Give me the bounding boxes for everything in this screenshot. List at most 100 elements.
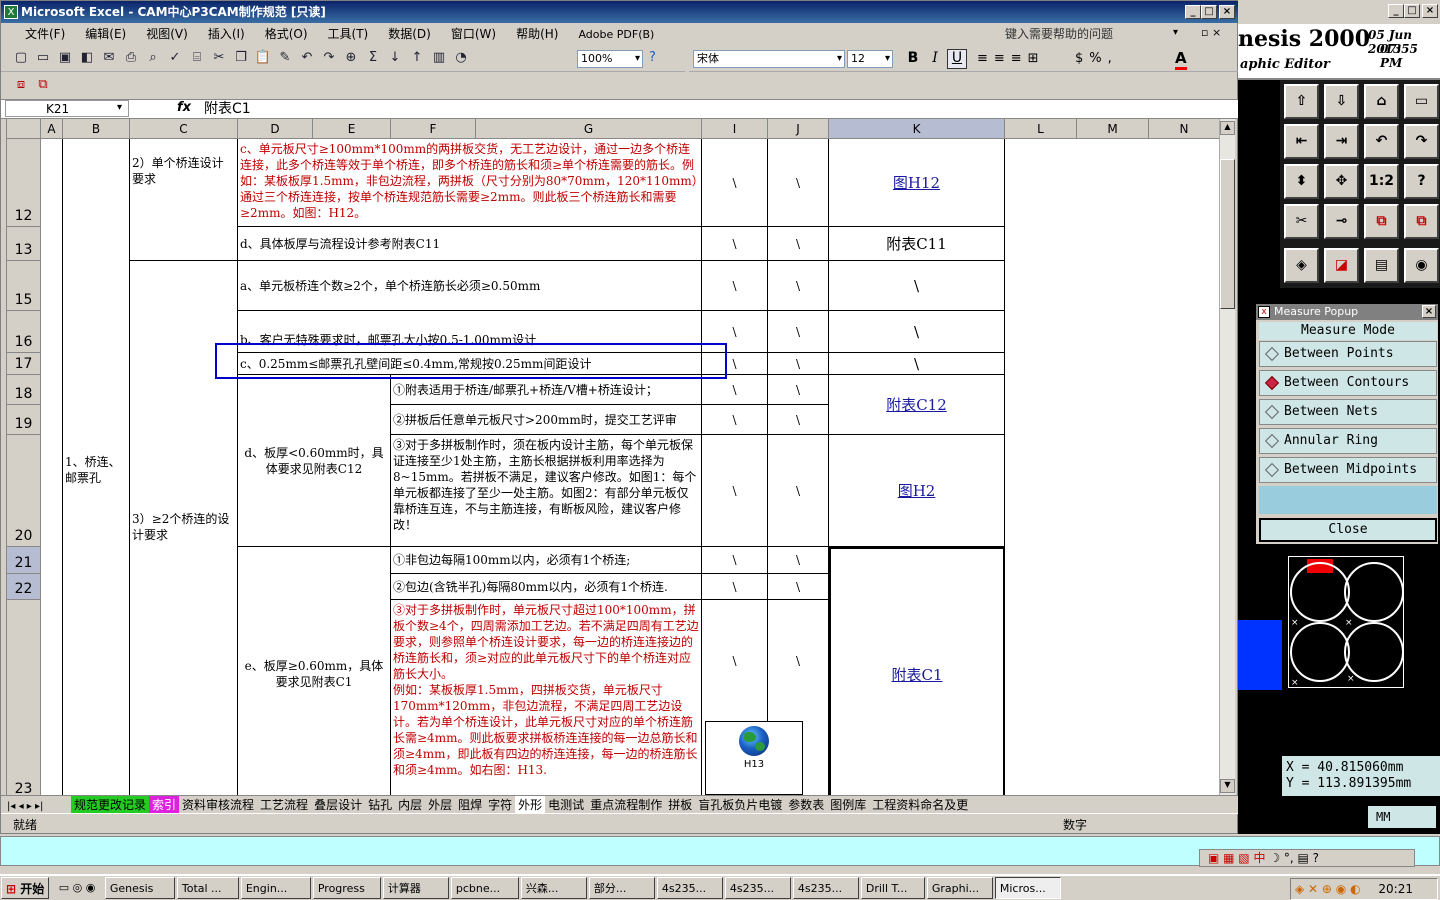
measure-viewer[interactable]: × × × × [1288, 556, 1404, 688]
task-4s235-1[interactable]: 4s235... [656, 877, 723, 899]
print-icon[interactable]: ⎙ [121, 48, 141, 68]
gtool-11[interactable]: 1:2 [1364, 164, 1399, 199]
menu-help[interactable]: 帮助(H) [506, 23, 568, 45]
tab-review[interactable]: 资料审核流程 [179, 796, 257, 813]
col-header-b[interactable]: B [63, 119, 130, 139]
cell-r13-j[interactable]: \ [768, 227, 829, 261]
col-header-i[interactable]: I [702, 119, 768, 139]
doc-restore-icon[interactable]: ▫ × [1201, 26, 1221, 39]
col-header-m[interactable]: M [1077, 119, 1149, 139]
cell-r15-text[interactable]: a、单元板桥连个数≥2个，单个桥连筋长必须≥0.50mm [238, 261, 702, 311]
gtool-8[interactable]: ↷ [1404, 124, 1439, 159]
gtool-12[interactable]: ? [1404, 164, 1439, 199]
gtool-4[interactable]: ▭ [1404, 84, 1439, 119]
cell-r15-i[interactable]: \ [702, 261, 768, 311]
row-header-22[interactable]: 22 [7, 574, 41, 600]
cut-icon[interactable]: ✂ [209, 48, 229, 68]
scroll-thumb[interactable] [1220, 159, 1235, 309]
task-bufen[interactable]: 部分... [588, 877, 655, 899]
help-search-input[interactable]: 键入需要帮助的问题 [1005, 26, 1185, 43]
cell-r22-i[interactable]: \ [702, 574, 768, 600]
cell-r19-j[interactable]: \ [768, 405, 829, 435]
gtool-7[interactable]: ↶ [1364, 124, 1399, 159]
gtool-15[interactable]: ⧉ [1364, 204, 1399, 239]
row-header-16[interactable]: 16 [7, 311, 41, 353]
cell-r17-j[interactable]: \ [768, 353, 829, 375]
redo-icon[interactable]: ↷ [319, 48, 339, 68]
undo-icon[interactable]: ↶ [297, 48, 317, 68]
task-engin[interactable]: Engin... [240, 877, 311, 899]
cell-r20-text[interactable]: ③对于多拼板制作时，须在板内设计主筋，每个单元板保证连接至少1处主筋，主筋长根据… [391, 435, 702, 547]
cell-r23-text[interactable]: ③对于多拼板制作时，单元板尺寸超过100*100mm，拼板个数≥4个，四周需添加… [391, 600, 702, 795]
cell-r21-i[interactable]: \ [702, 547, 768, 574]
cell-c-2[interactable]: 2）单个桥连设计要求 [130, 139, 238, 261]
tab-process[interactable]: 工艺流程 [257, 796, 311, 813]
cell-r13-k[interactable]: 附表C11 [829, 227, 1005, 261]
underline-button[interactable]: U [947, 49, 967, 69]
help-dropdown-icon[interactable]: ▾ [1173, 27, 1178, 38]
pdf-convert-icon[interactable]: ⧈ [11, 75, 31, 95]
option-between-nets[interactable]: Between Nets [1259, 399, 1437, 425]
cell-r13-text[interactable]: d、具体板厚与流程设计参考附表C11 [238, 227, 702, 261]
cell-r21-j[interactable]: \ [768, 547, 829, 574]
tab-etest[interactable]: 电测试 [545, 796, 587, 813]
embedded-object-h13[interactable]: H13 [705, 721, 803, 795]
link-c1[interactable]: 附表C1 [891, 667, 942, 683]
gtool-1[interactable]: ⇧ [1284, 84, 1319, 119]
measure-close-button[interactable]: Close [1259, 518, 1437, 542]
paste-icon[interactable]: 📋 [253, 48, 273, 68]
gtool-18[interactable]: ◪ [1324, 248, 1359, 283]
row-header-15[interactable]: 15 [7, 261, 41, 311]
menu-view[interactable]: 视图(V) [136, 23, 198, 45]
gtool-2[interactable]: ⇩ [1324, 84, 1359, 119]
col-header-a[interactable]: A [41, 119, 63, 139]
col-header-l[interactable]: L [1005, 119, 1077, 139]
gtool-5[interactable]: ⇤ [1284, 124, 1319, 159]
scroll-up-icon[interactable]: ▲ [1220, 121, 1235, 135]
genesis-minimize-button[interactable]: _ [1388, 4, 1404, 18]
measure-close-x-button[interactable]: × [1422, 305, 1436, 318]
col-header-f[interactable]: F [391, 119, 476, 139]
genesis-close-button[interactable]: × [1422, 4, 1438, 18]
tab-stackup[interactable]: 叠层设计 [311, 796, 365, 813]
cell-r20-i[interactable]: \ [702, 435, 768, 547]
align-icons[interactable]: ≡≡≡⊞ [977, 51, 1045, 66]
cell-r15-j[interactable]: \ [768, 261, 829, 311]
font-size-select[interactable]: 12 [847, 50, 893, 68]
gtool-20[interactable]: ◉ [1404, 248, 1439, 283]
ime-chinese[interactable]: 中 [1253, 851, 1265, 865]
hyperlink-icon[interactable]: ⊕ [341, 48, 361, 68]
cell-r19-text[interactable]: ②拼板后任意单元板尺寸>200mm时，提交工艺评审 [391, 405, 702, 435]
menu-file[interactable]: 文件(F) [1, 23, 75, 45]
tab-blind-via[interactable]: 盲孔板负片电镀 [695, 796, 785, 813]
menu-insert[interactable]: 插入(I) [198, 23, 255, 45]
tab-inner[interactable]: 内层 [395, 796, 425, 813]
cell-r20-j[interactable]: \ [768, 435, 829, 547]
tab-change-log[interactable]: 规范更改记录 [71, 796, 150, 813]
tab-outer[interactable]: 外层 [425, 796, 455, 813]
worksheet-grid[interactable]: A B C D E F G I J K L M N 12 13 15 16 17… [6, 119, 1219, 795]
format-painter-icon[interactable]: ✎ [275, 48, 295, 68]
row-header-20[interactable]: 20 [7, 435, 41, 547]
ime-icons[interactable]: ▣ ▦ ▧ [1208, 851, 1250, 865]
task-4s235-3[interactable]: 4s235... [792, 877, 859, 899]
scroll-down-icon[interactable]: ▼ [1220, 779, 1235, 793]
cell-r13-i[interactable]: \ [702, 227, 768, 261]
cell-r18-text[interactable]: ①附表适用于桥连/邮票孔+桥连/V槽+桥连设计； [391, 375, 702, 405]
menu-window[interactable]: 窗口(W) [441, 23, 506, 45]
tab-index[interactable]: 索引 [149, 796, 180, 813]
link-h2[interactable]: 图H2 [898, 483, 936, 499]
col-header-e[interactable]: E [313, 119, 391, 139]
option-between-contours[interactable]: Between Contours [1259, 370, 1437, 396]
cell-r12-i[interactable]: \ [702, 139, 768, 227]
gtool-9[interactable]: ⬍ [1284, 164, 1319, 199]
gtool-17[interactable]: ◈ [1284, 248, 1319, 283]
copy-icon[interactable]: ❐ [231, 48, 251, 68]
menu-format[interactable]: 格式(O) [255, 23, 318, 45]
cell-r20-k[interactable]: 图H2 [829, 435, 1005, 547]
link-h12[interactable]: 图H12 [893, 175, 940, 191]
cell-r12-text[interactable]: c、单元板尺寸≥100mm*100mm的两拼板交货，无工艺边设计，通过一边多个桥… [238, 139, 702, 227]
tab-params[interactable]: 参数表 [785, 796, 827, 813]
task-total[interactable]: Total ... [176, 877, 239, 899]
minimize-button[interactable]: _ [1185, 5, 1201, 19]
